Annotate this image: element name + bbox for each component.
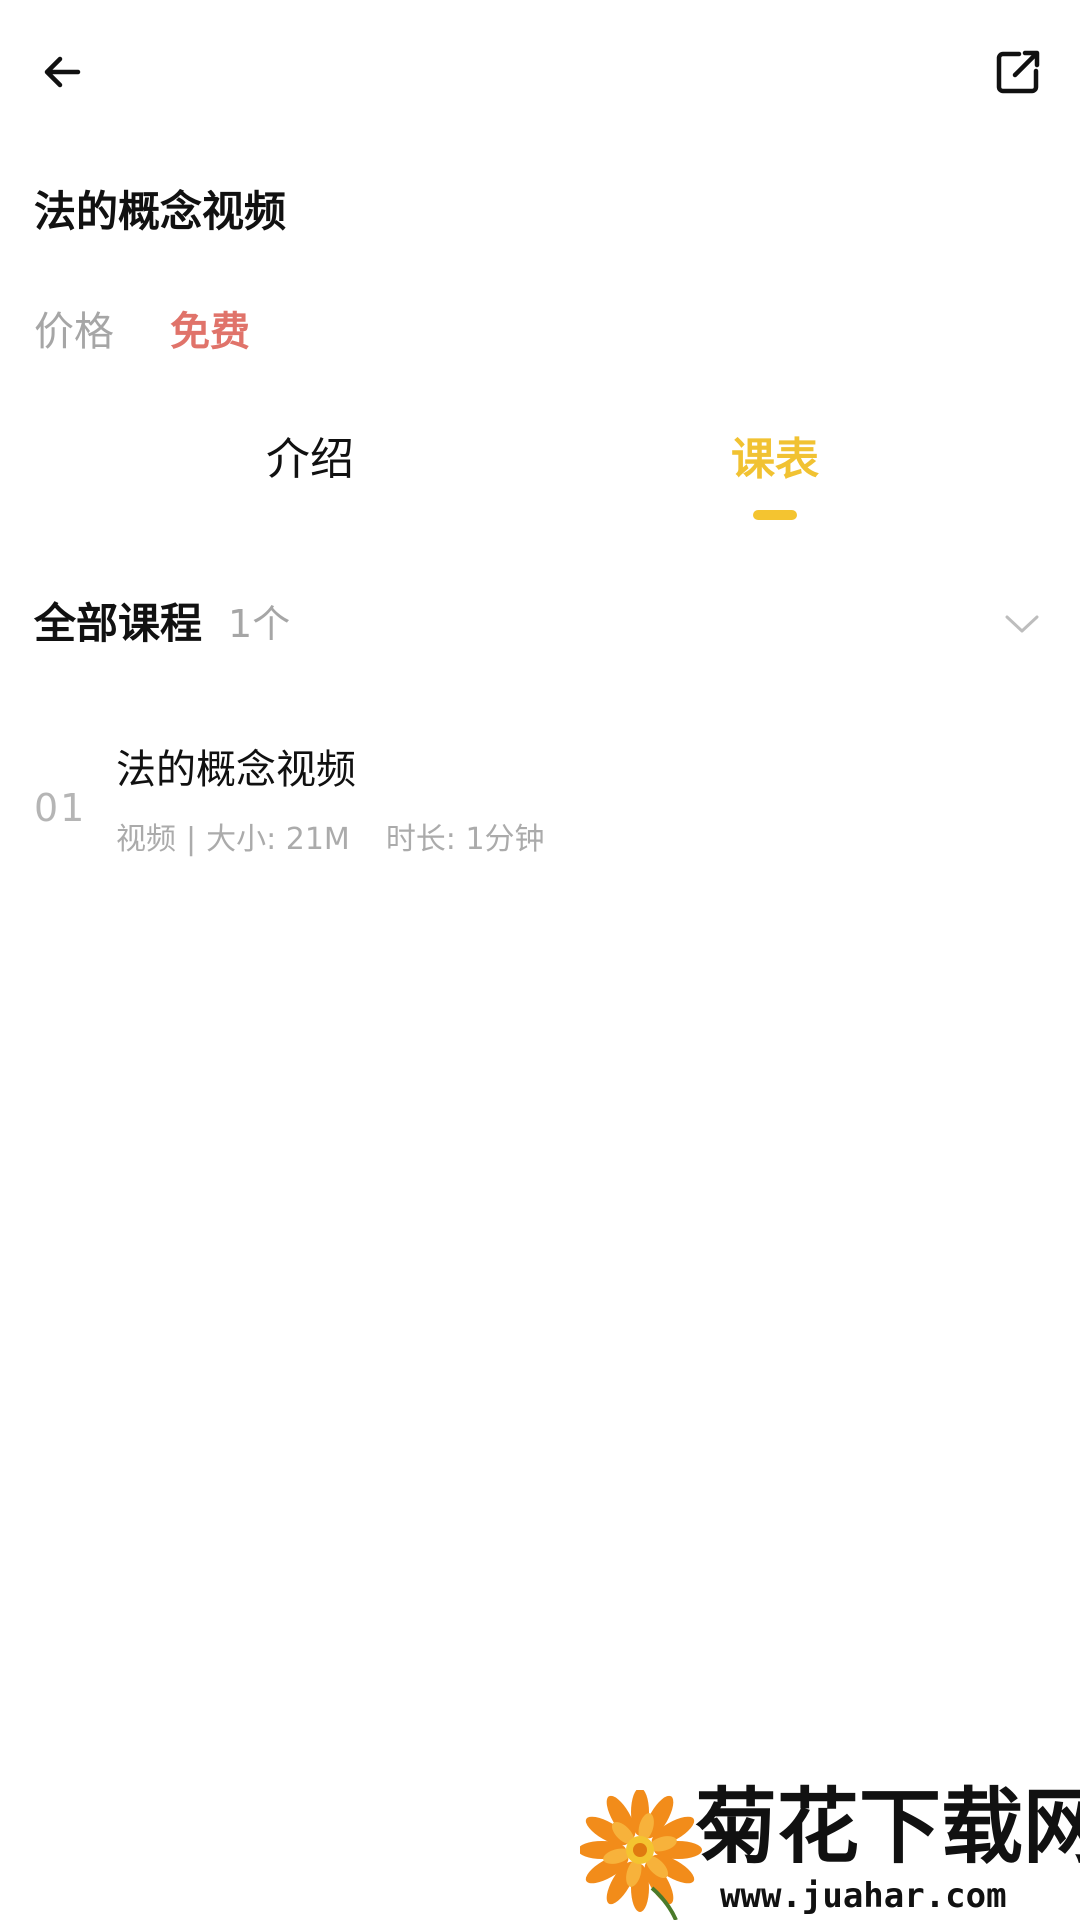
active-tab-indicator xyxy=(753,510,797,520)
share-button[interactable] xyxy=(986,40,1050,104)
watermark-name: 菊花下载网 xyxy=(695,1780,1080,1875)
price-label: 价格 xyxy=(34,309,114,355)
all-courses-header: 全部课程 1个 xyxy=(34,594,1046,654)
lesson-meta-separator: | xyxy=(186,822,197,857)
price-value: 免费 xyxy=(170,309,250,355)
expand-toggle-button[interactable] xyxy=(998,600,1046,648)
section-count: 1个 xyxy=(228,602,291,646)
lesson-size: 大小: 21M xyxy=(206,822,350,857)
back-button[interactable] xyxy=(30,40,94,104)
site-watermark: 菊花下载网 www.juahar.com xyxy=(580,1770,1080,1920)
watermark-url: www.juahar.com xyxy=(720,1876,1007,1916)
lesson-list-item[interactable]: 01 法的概念视频 视频 | 大小: 21M 时长: 1分钟 xyxy=(34,742,1046,862)
lesson-duration: 时长: 1分钟 xyxy=(385,822,545,857)
price-row: 价格 免费 xyxy=(34,302,250,362)
tab-intro-label: 介绍 xyxy=(266,434,354,485)
flower-logo-icon xyxy=(580,1790,702,1920)
section-title: 全部课程 xyxy=(34,599,203,648)
tab-schedule[interactable]: 课表 xyxy=(505,430,1045,530)
chevron-down-icon xyxy=(1005,615,1039,633)
tab-schedule-label: 课表 xyxy=(731,434,819,485)
tab-bar: 介绍 课表 xyxy=(0,430,1080,530)
course-detail-page: 法的概念视频 价格 免费 介绍 课表 全部课程 1个 01 法的概念视频 视频 … xyxy=(0,0,1080,1920)
course-title: 法的概念视频 xyxy=(34,187,287,236)
lesson-index: 01 xyxy=(34,786,87,830)
lesson-title: 法的概念视频 xyxy=(116,747,356,793)
arrow-left-icon xyxy=(44,56,81,88)
lesson-meta: 视频 | 大小: 21M 时长: 1分钟 xyxy=(116,818,545,862)
share-external-icon xyxy=(996,50,1040,94)
lesson-type: 视频 xyxy=(116,822,176,857)
tab-intro[interactable]: 介绍 xyxy=(40,430,580,530)
